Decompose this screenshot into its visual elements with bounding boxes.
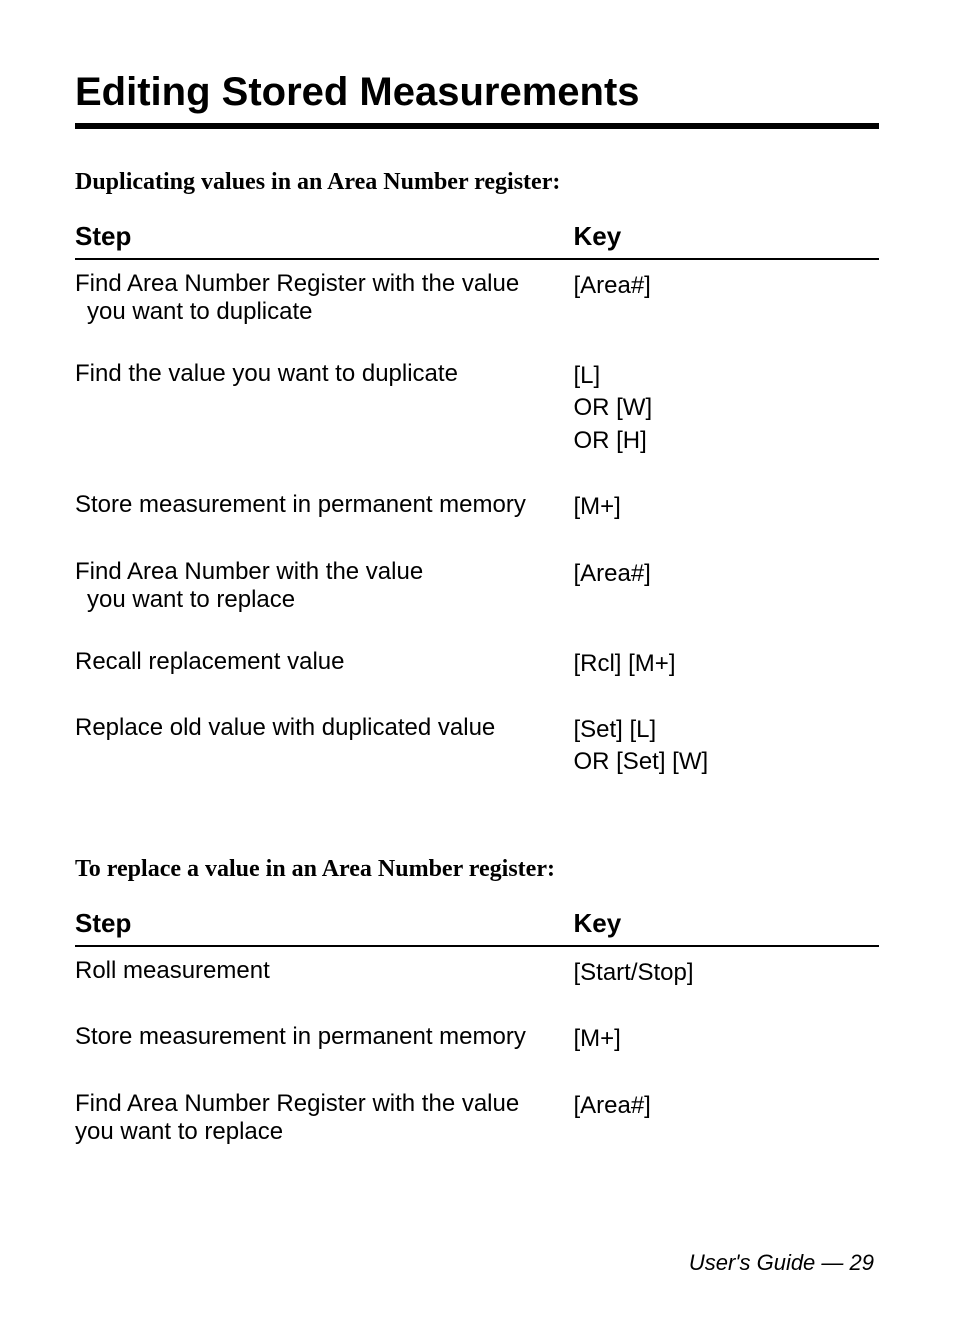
- table-1-header-step: Step: [75, 221, 573, 260]
- step-text-line2: you want to duplicate: [75, 298, 553, 326]
- step-text: Find Area Number with the value: [75, 558, 423, 585]
- key-text: [M+]: [573, 1023, 879, 1055]
- step-text: Find Area Number Register with the value: [75, 270, 519, 297]
- key-cell: [Rcl] [M+]: [573, 636, 879, 702]
- section-heading-1: Duplicating values in an Area Number reg…: [75, 169, 879, 196]
- step-cell: Store measurement in permanent memory: [75, 1011, 573, 1077]
- table-1-header-key: Key: [573, 221, 879, 260]
- key-cell: [L] OR [W] OR [H]: [573, 348, 879, 479]
- step-text: Find the value you want to duplicate: [75, 360, 458, 387]
- key-text: OR [Set] [W]: [573, 746, 879, 778]
- table-1-header: Step Key: [75, 221, 879, 260]
- table-2-header-key: Key: [573, 908, 879, 947]
- table-row: Store measurement in permanent memory [M…: [75, 1011, 879, 1077]
- step-cell: Store measurement in permanent memory: [75, 479, 573, 545]
- key-cell: [M+]: [573, 479, 879, 545]
- step-text: Find Area Number Register with the value: [75, 1090, 519, 1117]
- table-2-header: Step Key: [75, 908, 879, 947]
- table-row: Replace old value with duplicated value …: [75, 702, 879, 801]
- step-text: Recall replacement value: [75, 648, 344, 675]
- key-text: [Area#]: [573, 1090, 879, 1122]
- table-2-header-step: Step: [75, 908, 573, 947]
- key-text: [Area#]: [573, 270, 879, 302]
- key-text: [Area#]: [573, 558, 879, 590]
- key-text: [Set] [L]: [573, 714, 879, 746]
- step-text: Replace old value with duplicated value: [75, 714, 495, 741]
- table-row: Find Area Number with the value you want…: [75, 546, 879, 636]
- table-1: Step Key Find Area Number Register with …: [75, 221, 879, 801]
- step-cell: Replace old value with duplicated value: [75, 702, 573, 801]
- step-text-line2: you want to replace: [75, 1118, 553, 1146]
- step-text: Roll measurement: [75, 957, 270, 984]
- table-row: Roll measurement [Start/Stop]: [75, 947, 879, 1011]
- table-row: Recall replacement value [Rcl] [M+]: [75, 636, 879, 702]
- step-cell: Find Area Number Register with the value…: [75, 260, 573, 348]
- page-title: Editing Stored Measurements: [75, 70, 879, 115]
- step-cell: Find the value you want to duplicate: [75, 348, 573, 479]
- step-text: Store measurement in permanent memory: [75, 491, 526, 518]
- page-footer: User's Guide — 29: [689, 1250, 874, 1276]
- key-text: [M+]: [573, 491, 879, 523]
- key-cell: [M+]: [573, 1011, 879, 1077]
- key-text: [Rcl] [M+]: [573, 648, 879, 680]
- step-text-line2: you want to replace: [75, 586, 553, 614]
- title-divider: [75, 123, 879, 129]
- key-text: OR [H]: [573, 425, 879, 457]
- key-cell: [Start/Stop]: [573, 947, 879, 1011]
- step-text: Store measurement in permanent memory: [75, 1023, 526, 1050]
- table-2: Step Key Roll measurement [Start/Stop] S…: [75, 908, 879, 1168]
- key-cell: [Area#]: [573, 546, 879, 636]
- table-row: Find the value you want to duplicate [L]…: [75, 348, 879, 479]
- step-cell: Find Area Number with the value you want…: [75, 546, 573, 636]
- key-cell: [Area#]: [573, 1078, 879, 1168]
- key-text: OR [W]: [573, 392, 879, 424]
- step-cell: Recall replacement value: [75, 636, 573, 702]
- section-heading-2: To replace a value in an Area Number reg…: [75, 856, 879, 883]
- table-row: Find Area Number Register with the value…: [75, 260, 879, 348]
- step-cell: Roll measurement: [75, 947, 573, 1011]
- table-row: Find Area Number Register with the value…: [75, 1078, 879, 1168]
- key-cell: [Area#]: [573, 260, 879, 348]
- step-cell: Find Area Number Register with the value…: [75, 1078, 573, 1168]
- key-text: [L]: [573, 360, 879, 392]
- key-cell: [Set] [L] OR [Set] [W]: [573, 702, 879, 801]
- table-row: Store measurement in permanent memory [M…: [75, 479, 879, 545]
- key-text: [Start/Stop]: [573, 957, 879, 989]
